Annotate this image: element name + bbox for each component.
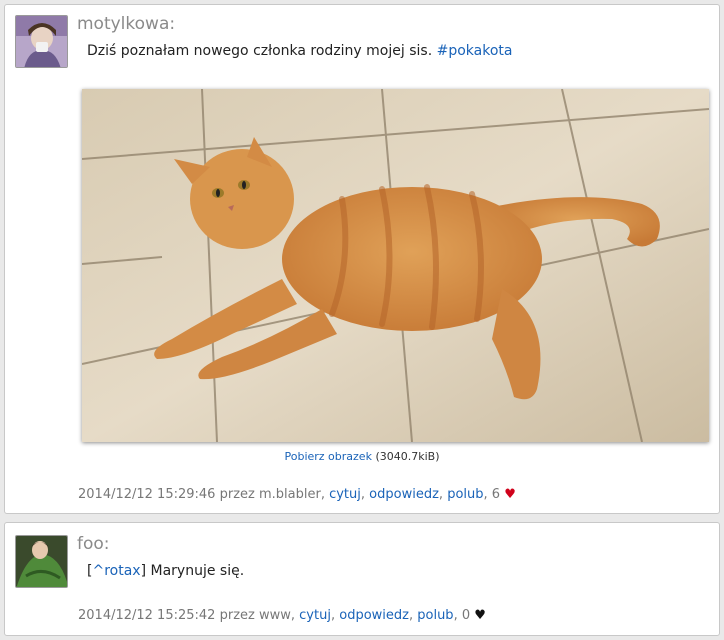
avatar[interactable]	[15, 535, 68, 588]
reply-link[interactable]: odpowiedz	[339, 608, 409, 623]
download-row: Pobierz obrazek (3040.7kiB)	[5, 450, 719, 463]
reply-to-link[interactable]: ^rotax	[92, 563, 140, 579]
post-author[interactable]: foo:	[77, 534, 110, 554]
by-prefix: przez	[219, 608, 255, 623]
heart-icon: ♥	[474, 608, 486, 623]
like-count: 0	[461, 608, 471, 623]
avatar[interactable]	[15, 15, 68, 68]
download-size: (3040.7kiB)	[375, 450, 440, 463]
post-body: Dziś poznałam nowego członka rodziny moj…	[87, 43, 437, 59]
by-user: www,	[258, 608, 296, 623]
post-image[interactable]	[82, 89, 709, 442]
like-link[interactable]: polub	[447, 487, 483, 502]
post-card: foo: [^rotax] Marynuje się. 2014/12/12 1…	[4, 522, 720, 636]
by-prefix: przez	[219, 487, 255, 502]
post-text: [^rotax] Marynuje się.	[87, 563, 244, 579]
post-body: Marynuje się.	[146, 563, 245, 579]
hashtag-link[interactable]: #pokakota	[437, 43, 513, 59]
heart-icon: ♥	[504, 487, 516, 502]
like-count: 6	[491, 487, 501, 502]
post-datetime: 2014/12/12 15:25:42	[78, 608, 216, 623]
quote-link[interactable]: cytuj	[329, 487, 361, 502]
by-user: m.blabler,	[258, 487, 325, 502]
post-meta: 2014/12/12 15:29:46 przez m.blabler, cyt…	[78, 487, 516, 502]
post-datetime: 2014/12/12 15:29:46	[78, 487, 216, 502]
reply-link[interactable]: odpowiedz	[369, 487, 439, 502]
like-link[interactable]: polub	[417, 608, 453, 623]
post-card: motylkowa: Dziś poznałam nowego członka …	[4, 4, 720, 514]
quote-link[interactable]: cytuj	[299, 608, 331, 623]
post-text: Dziś poznałam nowego członka rodziny moj…	[87, 43, 512, 59]
post-author[interactable]: motylkowa:	[77, 14, 175, 34]
download-image-link[interactable]: Pobierz obrazek	[284, 450, 371, 463]
post-meta: 2014/12/12 15:25:42 przez www, cytuj, od…	[78, 608, 486, 623]
